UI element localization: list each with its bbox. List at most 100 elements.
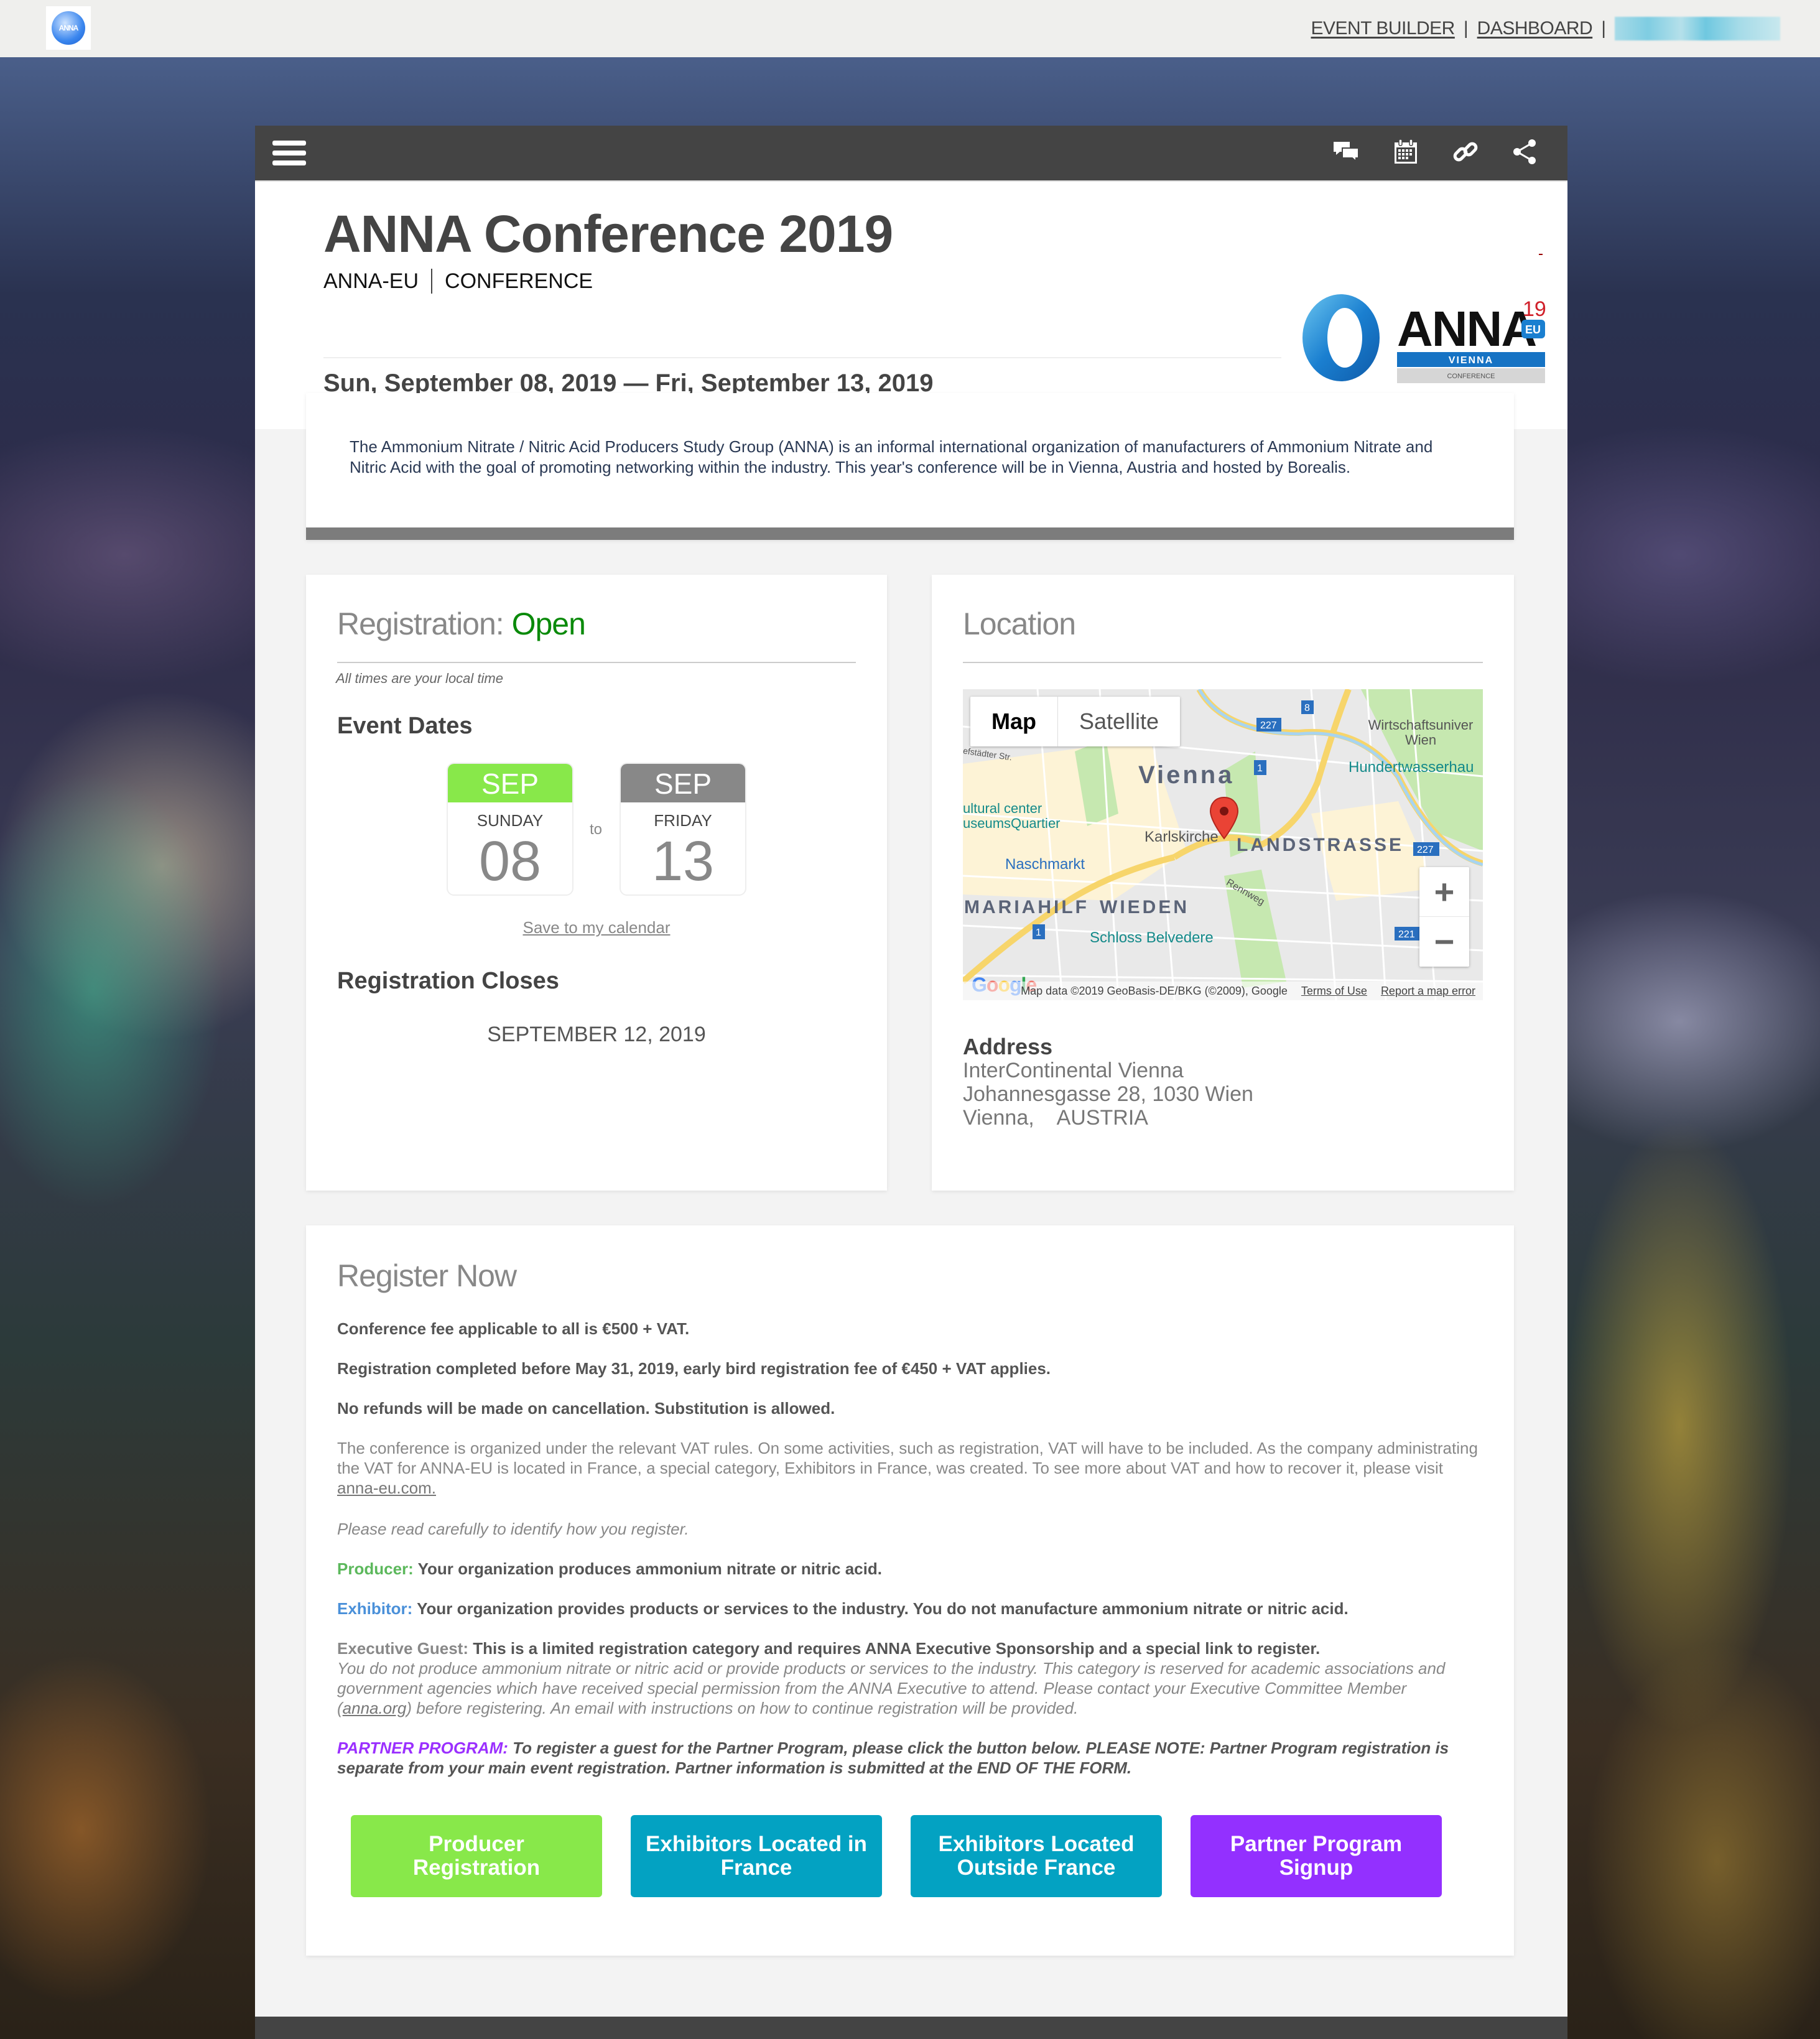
map-type-toggle: Map Satellite — [970, 697, 1181, 746]
exhibitor-category: Exhibitor: Your organization provides pr… — [337, 1599, 1482, 1619]
nav-event-builder[interactable]: EVENT BUILDER — [1311, 18, 1456, 39]
map-label-city: Vienna — [1138, 761, 1235, 789]
map-terms-link[interactable]: Terms of Use — [1301, 985, 1367, 998]
map-type-map-button[interactable]: Map — [970, 697, 1058, 746]
read-carefully-note: Please read carefully to identify how yo… — [337, 1520, 689, 1538]
map-poi[interactable]: Naschmarkt — [1005, 856, 1085, 873]
map-attribution: Map data ©2019 GeoBasis-DE/BKG (©2009), … — [1021, 984, 1288, 997]
event-description: The Ammonium Nitrate / Nitric Acid Produ… — [350, 437, 1433, 476]
executive-guest-label: Executive Guest: — [337, 1639, 468, 1658]
svg-text:19: 19 — [1523, 297, 1546, 321]
share-icon[interactable] — [1511, 138, 1539, 165]
producer-description: Your organization produces ammonium nitr… — [413, 1559, 882, 1578]
end-month: SEP — [621, 764, 745, 802]
zoom-in-button[interactable]: + — [1419, 867, 1469, 917]
event-toolbar — [255, 126, 1567, 180]
google-map[interactable]: 227 8 1 227 1 221 Vienna LANDSTRASSE MAR… — [963, 689, 1483, 1000]
map-type-satellite-button[interactable]: Satellite — [1058, 697, 1180, 746]
map-report-error-link[interactable]: Report a map error — [1381, 985, 1475, 998]
event-type: CONFERENCE — [445, 269, 593, 293]
end-day: 13 — [651, 830, 715, 893]
anna-globe-icon: ANNA — [52, 11, 85, 45]
executive-guest-note: You do not produce ammonium nitrate or n… — [337, 1659, 1446, 1717]
organizer-name: ANNA-EU — [323, 269, 419, 293]
event-header: ANNA Conference 2019 ANNA-EU CONFERENCE … — [255, 180, 1567, 429]
address-venue: InterContinental Vienna — [963, 1059, 1184, 1082]
menu-icon[interactable] — [272, 141, 306, 165]
user-account-link-redacted[interactable] — [1615, 17, 1780, 40]
panel-footer — [255, 2017, 1567, 2039]
producer-label: Producer: — [337, 1559, 414, 1578]
divider — [963, 662, 1483, 663]
executive-guest-description: This is a limited registration category … — [468, 1639, 1321, 1658]
map-poi[interactable]: Schloss Belvedere — [1090, 929, 1214, 947]
start-date-calendar: SEP SUNDAY 08 — [447, 763, 573, 896]
address-heading: Address — [963, 1034, 1053, 1059]
decor-mark — [1539, 254, 1543, 255]
conference-fee-text: Conference fee applicable to all is €500… — [337, 1319, 690, 1338]
zoom-out-button[interactable]: − — [1419, 917, 1469, 967]
nav-separator: | — [1601, 18, 1606, 39]
svg-text:221: 221 — [1398, 929, 1415, 940]
end-date-calendar: SEP FRIDAY 13 — [620, 763, 746, 896]
map-poi[interactable]: Karlskirche — [1144, 829, 1219, 846]
registration-status-title: Registration: Open — [337, 606, 586, 642]
chat-icon[interactable] — [1332, 138, 1360, 165]
location-title: Location — [963, 606, 1076, 641]
partner-program-info: PARTNER PROGRAM: To register a guest for… — [337, 1738, 1482, 1778]
address-city-country: Vienna, AUSTRIA — [963, 1106, 1148, 1130]
exhibitors-in-france-button[interactable]: Exhibitors Located in France — [631, 1815, 882, 1897]
map-poi[interactable]: ultural center useumsQuartier — [963, 801, 1062, 831]
exhibitor-description: Your organization provides products or s… — [412, 1599, 1349, 1618]
svg-text:CONFERENCE: CONFERENCE — [1447, 373, 1495, 380]
refund-policy-text: No refunds will be made on cancellation.… — [337, 1399, 835, 1418]
link-icon[interactable] — [1452, 138, 1479, 165]
exhibitors-outside-france-button[interactable]: Exhibitors Located Outside France — [911, 1815, 1162, 1897]
partner-program-signup-button[interactable]: Partner Program Signup — [1191, 1815, 1442, 1897]
local-time-note: All times are your local time — [336, 671, 503, 686]
nav-dashboard[interactable]: DASHBOARD — [1477, 18, 1593, 39]
event-dates-heading: Event Dates — [337, 713, 473, 739]
svg-text:227: 227 — [1260, 720, 1277, 731]
event-panel: ANNA Conference 2019 ANNA-EU CONFERENCE … — [255, 126, 1567, 2039]
executive-guest-category: Executive Guest: This is a limited regis… — [337, 1638, 1482, 1718]
start-month: SEP — [448, 764, 572, 802]
svg-text:227: 227 — [1417, 845, 1434, 855]
nav-separator: | — [1463, 18, 1469, 39]
svg-text:EU: EU — [1525, 323, 1541, 336]
event-logo: ANNA 19 EU VIENNA CONFERENCE — [1302, 294, 1546, 383]
map-marker-icon[interactable] — [1209, 796, 1239, 840]
map-label-district: LANDSTRASSE — [1237, 835, 1404, 855]
map-poi[interactable]: Wirtschaftsuniver Wien — [1358, 718, 1483, 748]
anna-eu-link[interactable]: anna-eu.com. — [337, 1479, 436, 1497]
date-range-to: to — [590, 821, 603, 838]
register-now-title: Register Now — [337, 1258, 517, 1293]
address-street: Johannesgasse 28, 1030 Wien — [963, 1082, 1253, 1106]
save-to-calendar-link[interactable]: Save to my calendar — [306, 918, 887, 937]
site-logo[interactable]: ANNA — [46, 6, 91, 50]
top-bar: ANNA EVENT BUILDER | DASHBOARD | — [0, 0, 1820, 57]
vat-info: The conference is organized under the re… — [337, 1438, 1482, 1498]
producer-category: Producer: Your organization produces amm… — [337, 1559, 1482, 1579]
status-badge: Open — [511, 606, 586, 641]
producer-registration-button[interactable]: Producer Registration — [351, 1815, 602, 1897]
exhibitor-label: Exhibitor: — [337, 1599, 413, 1618]
svg-text:1: 1 — [1257, 763, 1263, 774]
anna-org-link[interactable]: anna.org — [343, 1699, 407, 1717]
registration-closes-heading: Registration Closes — [337, 968, 559, 994]
svg-text:8: 8 — [1304, 703, 1310, 713]
start-day: 08 — [478, 830, 542, 893]
registration-label: Registration: — [337, 606, 504, 641]
early-bird-text: Registration completed before May 31, 20… — [337, 1359, 1051, 1378]
top-nav: EVENT BUILDER | DASHBOARD | — [1311, 16, 1780, 41]
calendar-icon[interactable] — [1392, 138, 1419, 165]
start-weekday: SUNDAY — [476, 811, 544, 830]
registration-card: Registration: Open All times are your lo… — [306, 575, 887, 1191]
map-poi[interactable]: Hundertwasserhau — [1349, 759, 1474, 776]
divider — [337, 662, 856, 663]
vat-text: The conference is organized under the re… — [337, 1439, 1478, 1477]
location-card: Location 227 8 1 227 1 221 Vienna LANDST… — [932, 575, 1514, 1191]
svg-text:VIENNA: VIENNA — [1449, 355, 1493, 366]
map-label-district: MARIAHILF — [964, 897, 1089, 917]
map-zoom-controls: + − — [1419, 867, 1469, 967]
